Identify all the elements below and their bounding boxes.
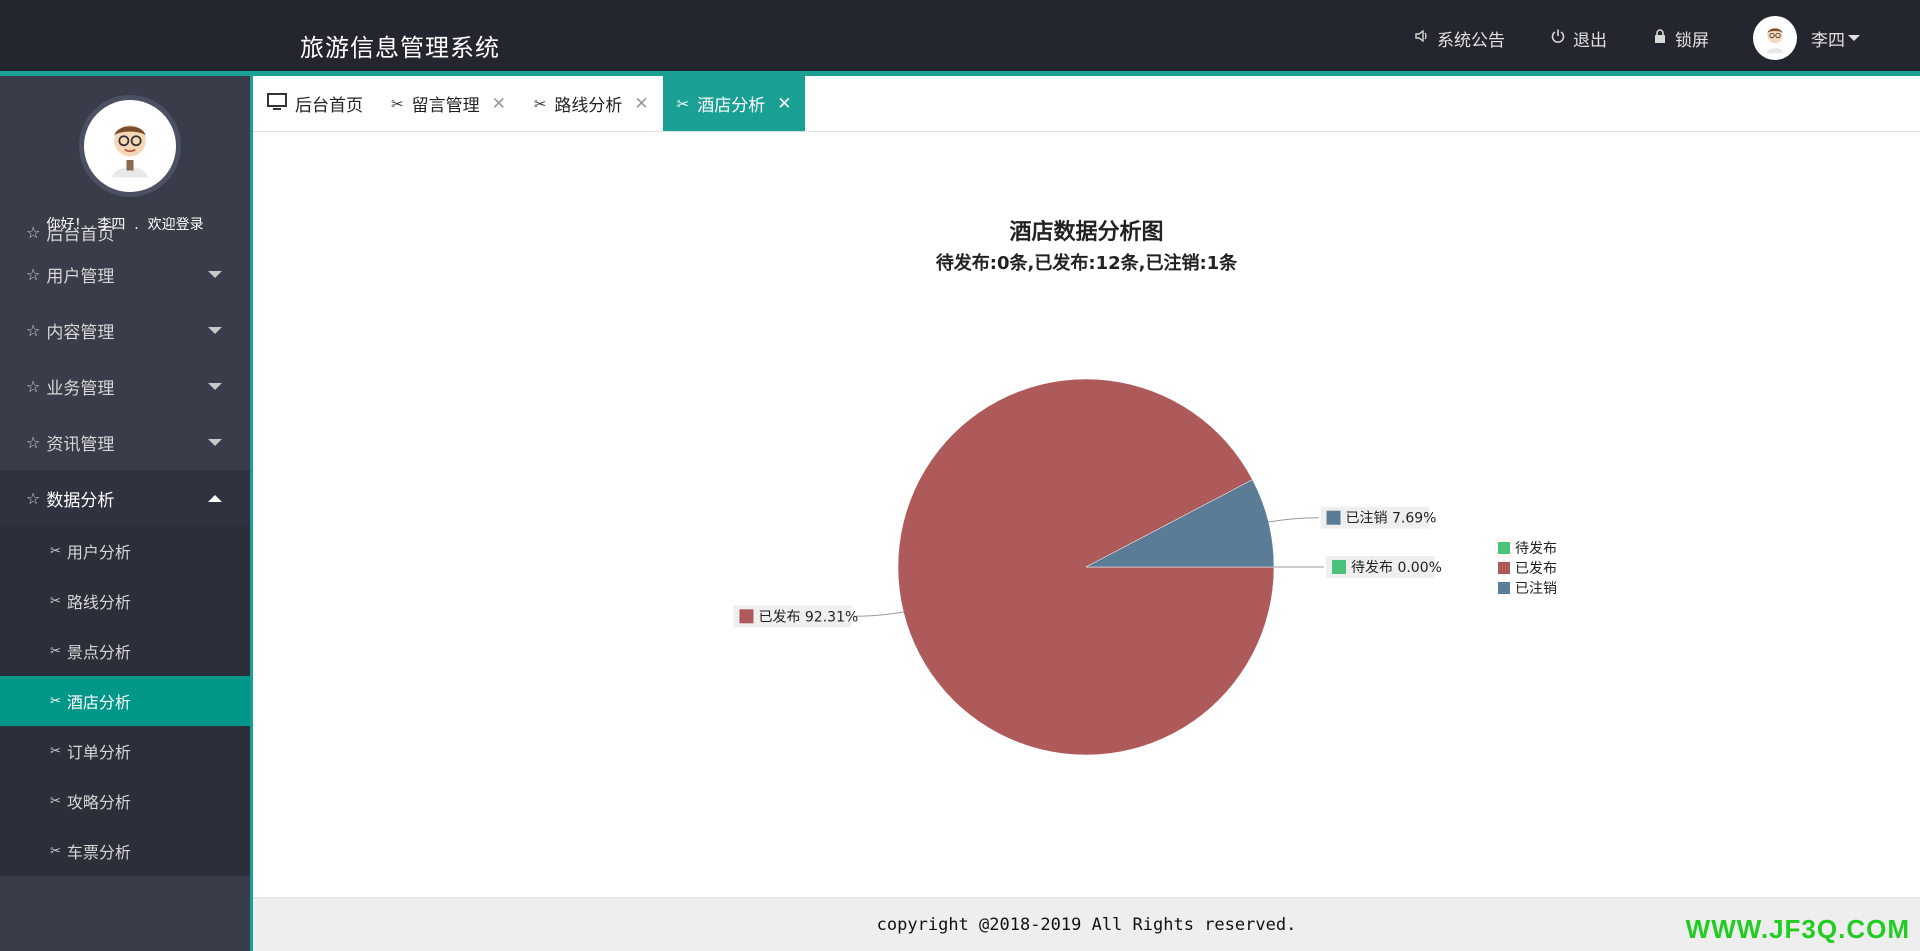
sidebar-item-guide-analysis[interactable]: ✂ 攻略分析 [0, 776, 250, 826]
svg-text:待发布: 待发布 [1515, 541, 1557, 557]
submenu-label: 路线分析 [66, 593, 131, 612]
tools-icon: ✂ [533, 94, 547, 113]
lock-screen-button[interactable]: 锁屏 [1651, 26, 1709, 51]
profile-panel: 你好！ 李四 . 欢迎登录 [0, 76, 250, 238]
legend-item[interactable]: 已注销 [1498, 581, 1557, 597]
data-label: 已发布 92.31% [733, 605, 858, 628]
announcement-button[interactable]: 系统公告 [1413, 26, 1505, 51]
chevron-down-icon [1848, 35, 1860, 41]
tools-icon: ✂ [50, 693, 61, 709]
star-icon: ☆ [26, 222, 41, 242]
svg-text:已注销 7.69%: 已注销 7.69% [1346, 511, 1437, 527]
tab-hotel-analysis[interactable]: ✂ 酒店分析 ✕ [662, 76, 806, 131]
close-icon[interactable]: ✕ [777, 94, 791, 114]
legend-item[interactable]: 已发布 [1498, 561, 1557, 577]
chevron-down-icon [208, 383, 222, 390]
sidebar-item-label: 后台首页 [46, 224, 115, 245]
tab-label: 路线分析 [554, 96, 623, 116]
tab-home[interactable]: 后台首页 [253, 76, 377, 131]
announcement-label: 系统公告 [1437, 30, 1505, 51]
sidebar-item-route-analysis[interactable]: ✂ 路线分析 [0, 576, 250, 626]
sidebar-item-order-analysis[interactable]: ✂ 订单分析 [0, 726, 250, 776]
svg-text:待发布 0.00%: 待发布 0.00% [1351, 560, 1442, 576]
chevron-down-icon [208, 271, 222, 278]
sidebar: 你好！ 李四 . 欢迎登录 ☆ 后台首页 ☆ 用户管理 ☆ 内容管理 ☆ 业务管… [0, 76, 250, 951]
user-menu[interactable]: 李四 [1753, 16, 1860, 60]
logout-button[interactable]: 退出 [1549, 26, 1607, 51]
leader-line [853, 611, 904, 617]
chevron-down-icon [208, 439, 222, 446]
tab-route-analysis[interactable]: ✂ 路线分析 ✕ [520, 76, 663, 131]
tab-message-management[interactable]: ✂ 留言管理 ✕ [377, 76, 520, 131]
tools-icon: ✂ [50, 843, 61, 859]
tools-icon: ✂ [50, 743, 61, 759]
sidebar-item-scenic-analysis[interactable]: ✂ 景点分析 [0, 626, 250, 676]
tab-label: 后台首页 [295, 96, 363, 116]
sidebar-item-home[interactable]: ☆ 后台首页 [0, 218, 250, 246]
submenu-label: 景点分析 [66, 643, 131, 662]
tools-icon: ✂ [50, 593, 61, 609]
tab-bar: 后台首页 ✂ 留言管理 ✕ ✂ 路线分析 ✕ ✂ 酒店分析 ✕ [253, 76, 1920, 132]
star-icon: ☆ [26, 376, 41, 396]
submenu-data-analysis: ✂ 用户分析 ✂ 路线分析 ✂ 景点分析 ✂ 酒店分析 ✂ 订单分析 ✂ 攻略分… [0, 526, 250, 876]
logout-label: 退出 [1573, 30, 1607, 51]
pie-chart: 待发布 0.00% 已发布 92.31% 已注销 7.69% 待发布已发布已注销 [733, 378, 1557, 756]
star-icon: ☆ [26, 432, 41, 452]
submenu-label: 酒店分析 [66, 693, 131, 712]
tab-label: 留言管理 [411, 96, 480, 116]
svg-text:已注销: 已注销 [1515, 581, 1557, 597]
sidebar-item-business-management[interactable]: ☆ 业务管理 [0, 358, 250, 414]
sidebar-item-data-analysis[interactable]: ☆ 数据分析 [0, 470, 250, 526]
sidebar-item-user-analysis[interactable]: ✂ 用户分析 [0, 526, 250, 576]
tools-icon: ✂ [50, 643, 61, 659]
lock-screen-label: 锁屏 [1675, 30, 1709, 51]
sidebar-item-label: 资讯管理 [46, 434, 115, 455]
avatar [1753, 16, 1797, 60]
sidebar-item-label: 用户管理 [46, 266, 115, 287]
leader-line [1268, 517, 1319, 523]
sidebar-item-hotel-analysis[interactable]: ✂ 酒店分析 [0, 676, 250, 726]
tools-icon: ✂ [50, 543, 61, 559]
sidebar-item-user-management[interactable]: ☆ 用户管理 [0, 246, 250, 302]
sidebar-item-content-management[interactable]: ☆ 内容管理 [0, 302, 250, 358]
site-watermark: WWW.JF3Q.COM [1685, 914, 1910, 944]
legend-item[interactable]: 待发布 [1498, 541, 1557, 557]
star-icon: ☆ [26, 320, 41, 340]
submenu-label: 订单分析 [66, 743, 131, 762]
submenu-label: 车票分析 [66, 843, 131, 862]
tools-icon: ✂ [676, 94, 690, 113]
sidebar-item-news-management[interactable]: ☆ 资讯管理 [0, 414, 250, 470]
close-icon[interactable]: ✕ [634, 94, 648, 114]
tab-label: 酒店分析 [697, 96, 766, 116]
power-icon [1549, 28, 1567, 48]
chevron-up-icon [208, 495, 222, 502]
star-icon: ☆ [26, 488, 41, 508]
sidebar-item-ticket-analysis[interactable]: ✂ 车票分析 [0, 826, 250, 876]
sidebar-item-label: 业务管理 [46, 378, 115, 399]
top-header: 旅游信息管理系统 系统公告 退出 锁屏 李四 [0, 0, 1920, 76]
data-label: 待发布 0.00% [1326, 556, 1442, 578]
svg-text:已发布: 已发布 [1515, 561, 1557, 577]
chart-area: 酒店数据分析图 待发布:0条,已发布:12条,已注销:1条 待发布 0.00% 已… [253, 132, 1920, 876]
tools-icon: ✂ [50, 793, 61, 809]
star-icon: ☆ [26, 264, 41, 284]
submenu-label: 攻略分析 [66, 793, 131, 812]
app-title: 旅游信息管理系统 [300, 34, 500, 62]
svg-text:已发布 92.31%: 已发布 92.31% [758, 609, 858, 625]
tools-icon: ✂ [391, 94, 404, 113]
close-icon[interactable]: ✕ [492, 94, 506, 114]
profile-avatar [79, 95, 181, 197]
sidebar-item-label: 内容管理 [46, 322, 115, 343]
speaker-icon [1413, 28, 1431, 48]
footer: copyright @2018-2019 All Rights reserved… [253, 897, 1920, 951]
monitor-icon [267, 92, 287, 115]
user-name: 李四 [1811, 30, 1845, 51]
data-label: 已注销 7.69% [1320, 506, 1437, 529]
chevron-down-icon [208, 327, 222, 334]
submenu-label: 用户分析 [66, 543, 131, 562]
content-frame: 后台首页 ✂ 留言管理 ✕ ✂ 路线分析 ✕ ✂ 酒店分析 ✕ 酒店数据分析图 … [250, 76, 1920, 951]
lock-icon [1651, 28, 1669, 48]
top-nav: 系统公告 退出 锁屏 李四 [1413, 0, 1920, 76]
sidebar-item-label: 数据分析 [46, 490, 115, 511]
